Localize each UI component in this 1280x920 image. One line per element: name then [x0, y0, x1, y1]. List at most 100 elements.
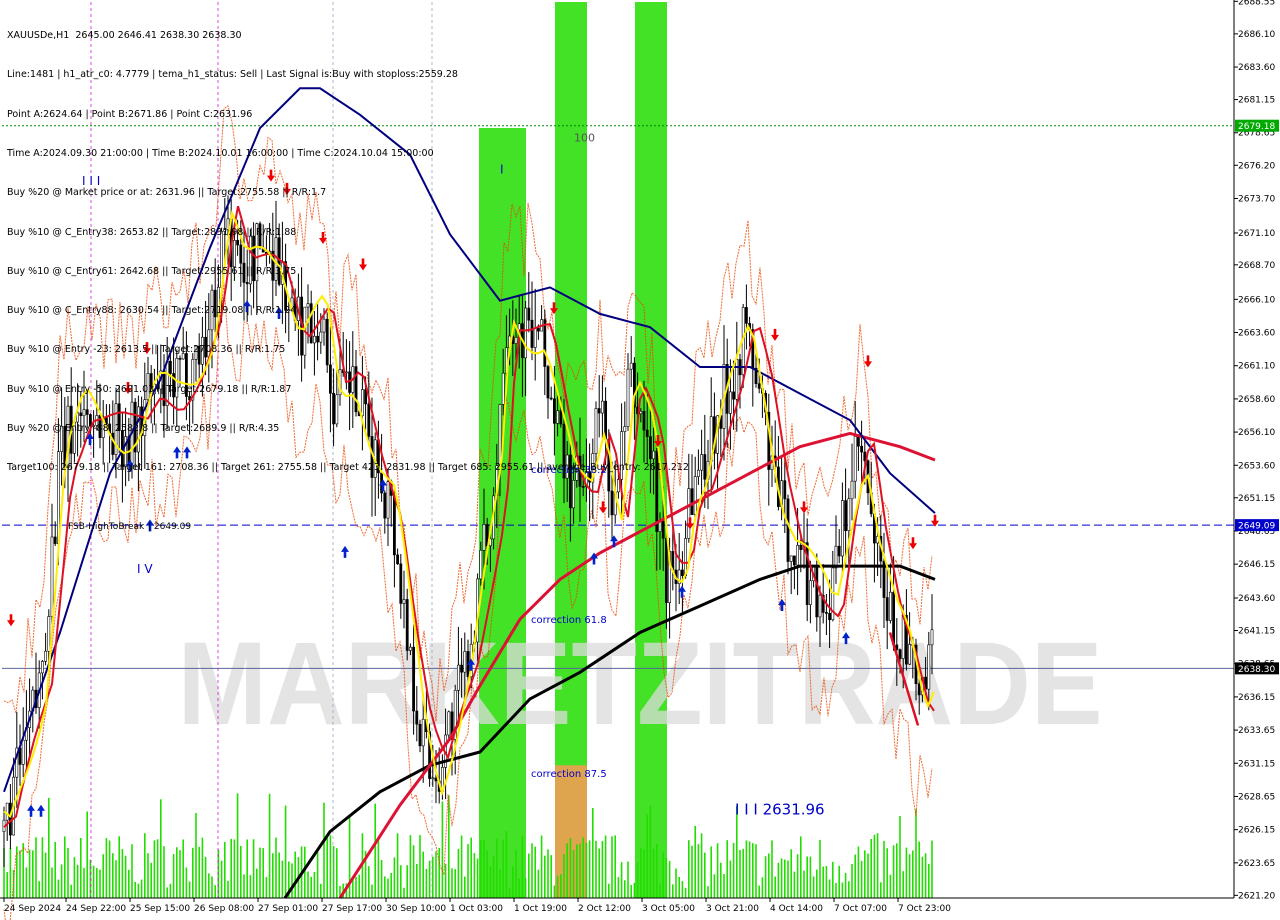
chart-annotation: FSB-HighToBreak	[68, 522, 145, 532]
candle-body	[898, 649, 902, 659]
candle-body	[687, 488, 691, 539]
info-line: Buy %10 @ C_Entry88: 2630.54 || Target:2…	[7, 305, 297, 317]
candle-body	[680, 569, 684, 577]
y-tick-label: 2656.10	[1238, 428, 1275, 438]
y-tick-label: 2681.15	[1238, 96, 1275, 106]
chart-annotation: correction 61.8	[531, 615, 607, 626]
sell-arrow-icon	[599, 501, 607, 514]
buy-arrow-icon	[37, 804, 45, 817]
x-tick-label: 27 Sep 01:00	[258, 904, 318, 914]
sell-arrow-icon	[909, 537, 917, 550]
x-tick-label: 1 Oct 19:00	[514, 904, 567, 914]
info-line: Buy %10 @ Entry -23: 2613.5 || Target:27…	[7, 344, 286, 356]
info-line: Buy %10 @ C_Entry61: 2642.68 || Target:2…	[7, 265, 297, 277]
x-tick-label: 24 Sep 22:00	[66, 904, 126, 914]
candle-body	[47, 616, 51, 652]
info-line: Point A:2624.64 | Point B:2671.86 | Poin…	[7, 108, 253, 120]
candle-body	[927, 644, 931, 690]
candle-body	[21, 739, 25, 765]
x-tick-label: 4 Oct 14:00	[770, 904, 823, 914]
candle-body	[901, 615, 905, 659]
y-tick-label: 2651.15	[1238, 494, 1275, 504]
x-tick-label: 3 Oct 21:00	[706, 904, 759, 914]
chart-annotation: | 2649.09	[148, 522, 191, 532]
candle-body	[850, 480, 854, 500]
candle-body	[792, 555, 796, 566]
sell-arrow-icon	[864, 355, 872, 368]
candle-body	[463, 651, 467, 673]
candle-body	[703, 454, 707, 480]
candle-body	[844, 500, 848, 532]
buy-arrow-icon	[27, 804, 35, 817]
candle-body	[856, 436, 860, 447]
y-tick-label: 2643.60	[1238, 594, 1275, 604]
candle-body	[789, 555, 793, 562]
candle-body	[860, 445, 864, 453]
candle-body	[847, 498, 851, 532]
watermark: MARKETZITRADE	[178, 618, 1103, 750]
candle-body	[421, 718, 425, 747]
y-tick-label: 2621.20	[1238, 891, 1275, 901]
candle-body	[5, 802, 9, 821]
candle-body	[808, 580, 812, 605]
chart-annotation: correction 87.5	[531, 769, 607, 780]
chart-annotation: I V	[137, 562, 153, 576]
candle-body	[399, 563, 403, 604]
info-line: XAUUSDe,H1 2645.00 2646.41 2638.30 2638.…	[7, 30, 242, 42]
candle-body	[415, 710, 419, 725]
candle-body	[757, 383, 761, 389]
chart-annotation: I I I 2631.96	[735, 800, 825, 818]
x-tick-label: 7 Oct 07:00	[834, 904, 887, 914]
candle-body	[44, 650, 48, 662]
y-tick-label: 2636.15	[1238, 693, 1275, 703]
info-line: Target100: 2679.18 || Target 161: 2708.3…	[7, 462, 689, 474]
info-line: Buy %10 @ Entry -50: 2601.03 || Target:2…	[7, 383, 292, 395]
candle-body	[418, 723, 422, 747]
candle-body	[930, 629, 934, 646]
candle-body	[744, 307, 748, 324]
y-tick-label: 2641.15	[1238, 627, 1275, 637]
y-tick-label: 2658.60	[1238, 395, 1275, 405]
candle-body	[664, 537, 668, 603]
x-tick-label: 25 Sep 15:00	[130, 904, 190, 914]
candle-body	[693, 476, 697, 515]
x-tick-label: 1 Oct 03:00	[450, 904, 503, 914]
y-tick-label: 2626.15	[1238, 826, 1275, 836]
y-tick-label: 2683.60	[1238, 63, 1275, 73]
candle-body	[728, 391, 732, 414]
candle-body	[888, 591, 892, 621]
y-tick-label: 2653.60	[1238, 461, 1275, 471]
candle-body	[696, 469, 700, 477]
candle-body	[735, 359, 739, 400]
y-tick-label: 2673.70	[1238, 194, 1275, 204]
candle-body	[460, 664, 464, 673]
x-tick-label: 24 Sep 2024	[4, 904, 61, 914]
y-tick-label: 2631.15	[1238, 759, 1275, 769]
candle-body	[908, 644, 912, 665]
price-tag-label: 2638.30	[1238, 665, 1275, 675]
candle-body	[431, 777, 435, 780]
y-tick-label: 2688.55	[1238, 0, 1275, 7]
candle-body	[690, 488, 694, 515]
sell-arrow-icon	[771, 328, 779, 341]
candle-body	[447, 711, 451, 736]
candle-body	[892, 591, 896, 646]
buy-arrow-icon	[341, 545, 349, 558]
candle-body	[456, 664, 460, 691]
info-line: Buy %20 @ Entry -88: 2582.8 || Target:26…	[7, 423, 280, 434]
x-tick-label: 2 Oct 12:00	[578, 904, 631, 914]
info-line: Buy %10 @ C_Entry38: 2653.82 || Target:2…	[7, 226, 297, 238]
info-line: Time A:2024.09.30 21:00:00 | Time B:2024…	[7, 148, 434, 160]
candle-body	[408, 646, 412, 651]
y-tick-label: 2666.10	[1238, 295, 1275, 305]
candle-body	[783, 480, 787, 500]
candle-body	[661, 520, 665, 539]
candle-body	[818, 594, 822, 618]
x-tick-label: 3 Oct 05:00	[642, 904, 695, 914]
candle-body	[396, 554, 400, 565]
candle-body	[402, 599, 406, 604]
y-tick-label: 2661.10	[1238, 362, 1275, 372]
candle-body	[840, 500, 844, 557]
candle-body	[405, 599, 409, 651]
candle-body	[700, 454, 704, 471]
